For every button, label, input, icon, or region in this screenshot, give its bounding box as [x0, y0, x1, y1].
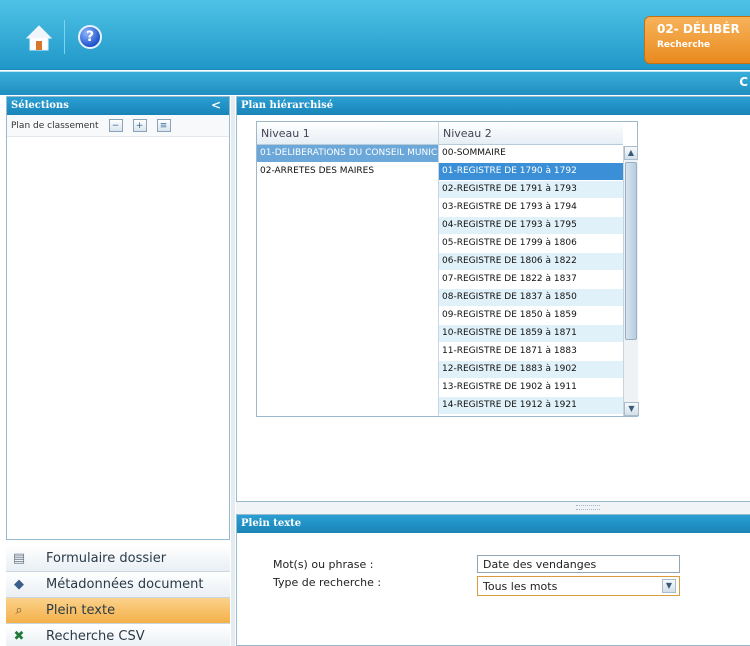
selections-panel: Sélections < Plan de classement − + ≡ — [6, 96, 230, 540]
collapse-panel-button[interactable]: < — [211, 98, 221, 112]
document-tab-title: 02- DÉLIBÉR — [657, 22, 740, 36]
niveau-2-item[interactable]: 12-REGISTRE DE 1883 à 1902 — [439, 361, 623, 379]
hierarchy-grid: Niveau 1 01-DELIBERATIONS DU CONSEIL MUN… — [256, 121, 639, 417]
niveau-2-item[interactable]: 00-SOMMAIRE — [439, 145, 623, 163]
niveau-2-column: Niveau 2 00-SOMMAIRE 01-REGISTRE DE 1790… — [439, 122, 623, 416]
niveau-2-item[interactable]: 03-REGISTRE DE 1793 à 1794 — [439, 199, 623, 217]
selections-header: Sélections < — [7, 97, 229, 115]
niveau-2-header[interactable]: Niveau 2 — [439, 122, 623, 145]
selections-title: Sélections — [11, 100, 69, 111]
plein-texte-panel: Plein texte Mot(s) ou phrase : Date des … — [236, 514, 750, 646]
nav-recherche-csv[interactable]: ✖ Recherche CSV — [6, 624, 230, 646]
home-icon[interactable] — [25, 24, 53, 52]
nav-item-label: Formulaire dossier — [46, 551, 167, 566]
nav-metadonnees-document[interactable]: ◆ Métadonnées document — [6, 572, 230, 598]
list-view-icon[interactable]: ≡ — [156, 119, 171, 132]
niveau-2-item[interactable]: 01-REGISTRE DE 1790 à 1792 — [439, 163, 623, 181]
phrase-input[interactable]: Date des vendanges — [477, 555, 680, 573]
plein-texte-title: Plein texte — [241, 518, 302, 529]
top-toolbar: ? 02- DÉLIBÉR Recherche — [0, 0, 750, 70]
niveau-2-item[interactable]: 13-REGISTRE DE 1902 à 1911 — [439, 379, 623, 397]
niveau-2-item[interactable]: 04-REGISTRE DE 1793 à 1795 — [439, 217, 623, 235]
search-type-select[interactable]: Tous les mots ▼ — [477, 576, 680, 596]
sub-toolbar: C — [0, 71, 750, 95]
expand-all-icon[interactable]: + — [132, 119, 147, 132]
toolbar-separator — [64, 20, 65, 54]
niveau-2-scrollbar[interactable]: ▲ ▼ — [623, 146, 639, 416]
excel-icon: ✖ — [13, 629, 25, 644]
nav-plein-texte[interactable]: ⌕ Plein texte — [6, 598, 230, 624]
dropdown-arrow-icon[interactable]: ▼ — [662, 579, 676, 593]
nav-item-label: Métadonnées document — [46, 577, 204, 592]
horizontal-splitter[interactable] — [236, 502, 750, 514]
niveau-1-header[interactable]: Niveau 1 — [257, 122, 438, 145]
niveau-2-item[interactable]: 08-REGISTRE DE 1837 à 1850 — [439, 289, 623, 307]
plein-texte-header: Plein texte — [237, 515, 750, 533]
app-window: ? 02- DÉLIBÉR Recherche C Sélections < P… — [0, 0, 750, 646]
splitter-grip-icon[interactable] — [576, 505, 600, 510]
scroll-up-icon[interactable]: ▲ — [624, 146, 638, 160]
search-type-label: Type de recherche : — [273, 576, 382, 589]
niveau-2-item[interactable]: 02-REGISTRE DE 1791 à 1793 — [439, 181, 623, 199]
nav-formulaire-dossier[interactable]: ▤ Formulaire dossier — [6, 546, 230, 572]
search-mode-nav: ▤ Formulaire dossier ◆ Métadonnées docum… — [6, 546, 230, 646]
niveau-2-item[interactable]: 09-REGISTRE DE 1850 à 1859 — [439, 307, 623, 325]
niveau-2-item[interactable]: 11-REGISTRE DE 1871 à 1883 — [439, 343, 623, 361]
niveau-2-item[interactable]: 10-REGISTRE DE 1859 à 1871 — [439, 325, 623, 343]
scroll-down-icon[interactable]: ▼ — [624, 402, 639, 416]
form-icon: ▤ — [12, 551, 26, 566]
niveau-1-item[interactable]: 01-DELIBERATIONS DU CONSEIL MUNICIPAL — [257, 145, 438, 163]
plan-classement-label: Plan de classement — [11, 120, 99, 131]
niveau-2-item[interactable]: 06-REGISTRE DE 1806 à 1822 — [439, 253, 623, 271]
help-icon[interactable]: ? — [78, 25, 102, 49]
niveau-2-item[interactable]: 05-REGISTRE DE 1799 à 1806 — [439, 235, 623, 253]
phrase-label: Mot(s) ou phrase : — [273, 558, 374, 571]
nav-item-label: Recherche CSV — [46, 629, 145, 644]
plan-hierarchise-panel: Plan hiérarchisé Niveau 1 01-DELIBERATIO… — [236, 96, 750, 502]
niveau-2-item[interactable]: 07-REGISTRE DE 1822 à 1837 — [439, 271, 623, 289]
plan-classement-toolbar: Plan de classement − + ≡ — [7, 115, 229, 137]
document-tab[interactable]: 02- DÉLIBÉR Recherche — [644, 16, 750, 64]
scroll-thumb[interactable] — [625, 162, 637, 340]
plan-hierarchise-title: Plan hiérarchisé — [241, 100, 334, 111]
metadata-icon: ◆ — [14, 577, 24, 592]
collapse-all-icon[interactable]: − — [108, 119, 123, 132]
sub-toolbar-label: C — [739, 75, 748, 89]
nav-item-label: Plein texte — [46, 603, 116, 618]
fulltext-icon: ⌕ — [15, 603, 23, 618]
niveau-2-item[interactable]: 14-REGISTRE DE 1912 à 1921 — [439, 397, 623, 415]
plan-hierarchise-header: Plan hiérarchisé — [237, 97, 750, 115]
document-tab-subtitle: Recherche — [657, 40, 711, 50]
niveau-1-item[interactable]: 02-ARRETES DES MAIRES — [257, 163, 438, 181]
search-type-value: Tous les mots — [483, 580, 558, 593]
niveau-1-column: Niveau 1 01-DELIBERATIONS DU CONSEIL MUN… — [257, 122, 439, 416]
vertical-splitter[interactable] — [231, 96, 235, 646]
